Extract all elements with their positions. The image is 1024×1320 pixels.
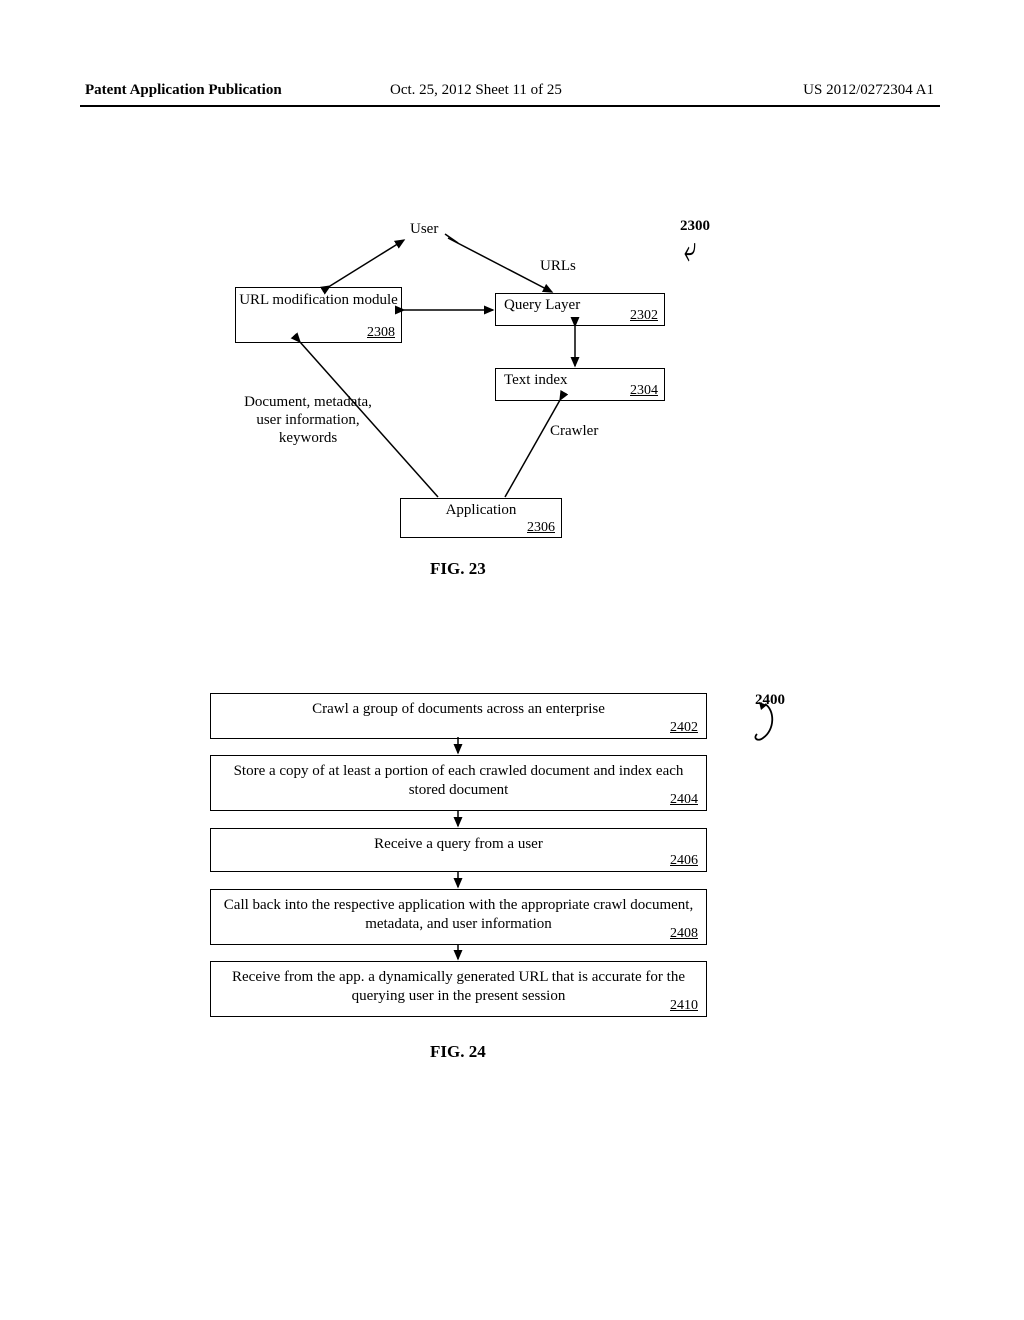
fig24-arrows	[0, 0, 1024, 1100]
fig24-label: FIG. 24	[430, 1042, 486, 1062]
